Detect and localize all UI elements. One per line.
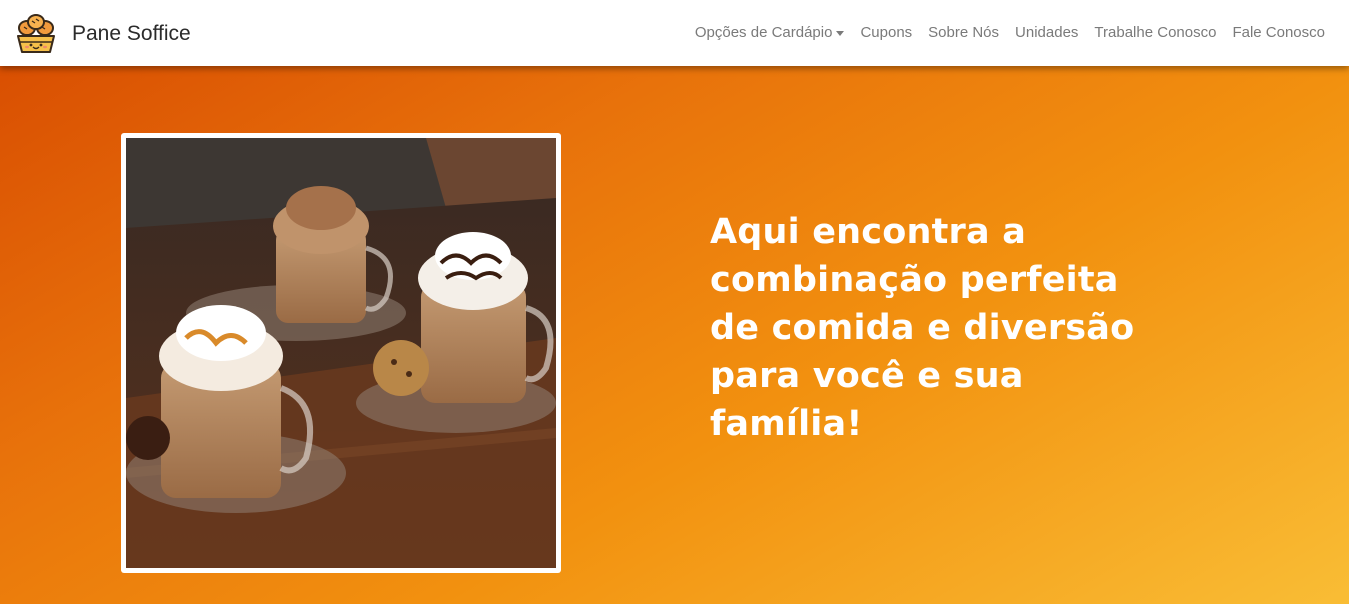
bakery-logo-icon <box>17 14 55 53</box>
coffee-drinks-photo <box>126 138 556 568</box>
nav-item-menu-options: Opções de Cardápio <box>695 24 845 42</box>
units-link[interactable]: Unidades <box>1015 24 1078 42</box>
menu-options-dropdown[interactable]: Opções de Cardápio <box>695 24 845 42</box>
menu-options-label: Opções de Cardápio <box>694 24 833 41</box>
hero-photo-frame <box>121 133 561 573</box>
coupons-link[interactable]: Cupons <box>860 24 912 42</box>
nav-item-coupons: Cupons <box>860 24 912 42</box>
hero-section: Aqui encontra a combinação perfeita de c… <box>0 66 1349 604</box>
contact-link[interactable]: Fale Conosco <box>1232 24 1325 42</box>
nav-item-contact: Fale Conosco <box>1232 24 1325 42</box>
brand-link[interactable]: Pane Soffice <box>14 12 191 54</box>
careers-link[interactable]: Trabalhe Conosco <box>1094 24 1216 42</box>
hero-headline: Aqui encontra a combinação perfeita de c… <box>710 212 1135 444</box>
nav-item-careers: Trabalhe Conosco <box>1094 24 1216 42</box>
navbar: Pane Soffice Opções de Cardápio Cupons S… <box>0 0 1349 66</box>
nav-item-units: Unidades <box>1015 24 1078 42</box>
caret-down-icon <box>836 30 845 36</box>
nav-item-about: Sobre Nós <box>928 24 999 42</box>
brand-name: Pane Soffice <box>72 21 191 45</box>
about-link[interactable]: Sobre Nós <box>928 24 999 42</box>
nav-menu: Opções de Cardápio Cupons Sobre Nós Unid… <box>679 24 1325 42</box>
